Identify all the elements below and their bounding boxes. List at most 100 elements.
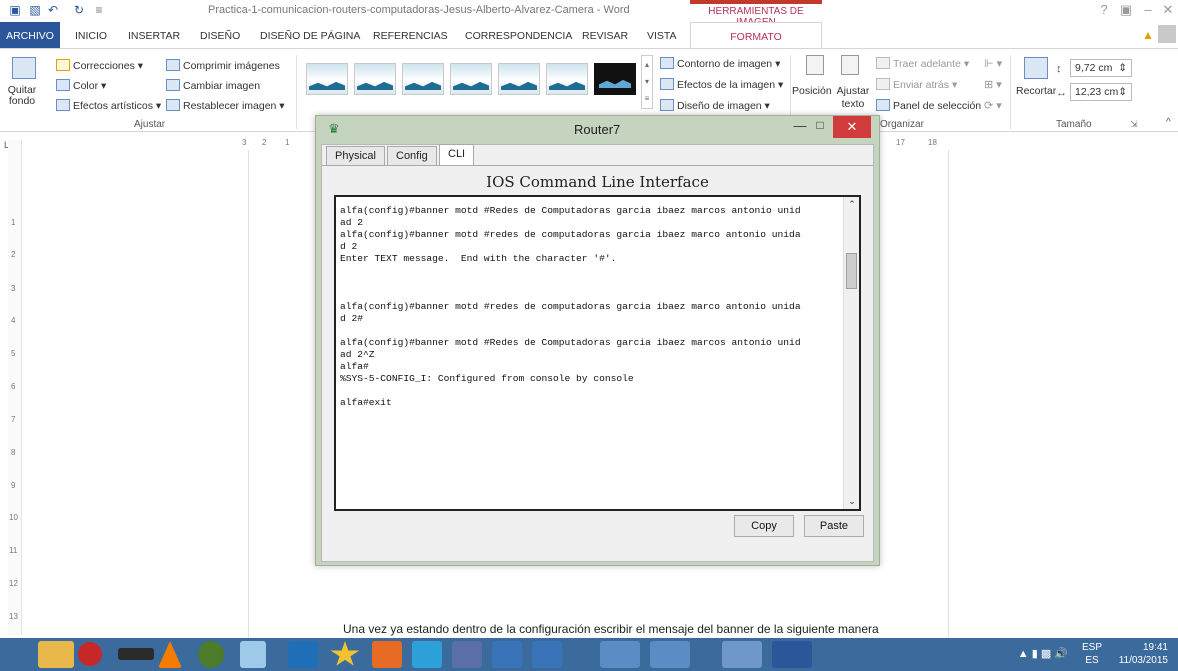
scroll-thumb[interactable] [846, 253, 857, 289]
tab-physical[interactable]: Physical [326, 146, 385, 166]
correcciones-button[interactable]: Correcciones ▾ [56, 59, 143, 72]
paste-button[interactable]: Paste [804, 515, 864, 537]
picture-style-1[interactable] [306, 63, 348, 95]
virtualbox-icon[interactable] [650, 641, 690, 668]
app-icon-4[interactable] [372, 641, 402, 668]
spinner-icon[interactable]: ⇕ [1118, 62, 1127, 74]
bring-forward-icon [876, 57, 890, 69]
app-icon-6[interactable] [492, 641, 522, 668]
vlc-icon[interactable] [158, 641, 182, 668]
app-icon[interactable] [118, 648, 154, 660]
color-button[interactable]: Color ▾ [56, 79, 106, 92]
cli-console[interactable]: alfa(config)#banner motd #Redes de Compu… [334, 195, 861, 511]
quitar-fondo-button[interactable]: Quitar fondo [4, 85, 40, 107]
tab-formato[interactable]: FORMATO [690, 22, 822, 48]
router-title: Router7 [574, 122, 621, 137]
picture-style-3[interactable] [402, 63, 444, 95]
ajustar-texto-button[interactable]: Ajustar texto [835, 85, 871, 111]
efectos-imagen-button[interactable]: Efectos de la imagen ▾ [660, 78, 783, 91]
reset-picture-icon [166, 99, 180, 111]
file-explorer-icon[interactable] [38, 641, 74, 668]
save-icon[interactable]: ▧ [28, 3, 42, 17]
restablecer-label: Restablecer imagen [183, 100, 277, 112]
height-field[interactable]: 9,72 cm ⇕ [1070, 59, 1132, 77]
router-close-button[interactable]: ✕ [833, 116, 871, 138]
language-indicator[interactable]: ESP ES [1082, 641, 1102, 667]
page-edge-left [248, 150, 249, 640]
account-avatar[interactable] [1158, 25, 1176, 43]
group-label-ajustar: Ajustar [134, 119, 166, 130]
close-icon[interactable]: ✕ [1158, 1, 1178, 19]
tab-archivo[interactable]: ARCHIVO [0, 22, 60, 48]
align-icon[interactable]: ⊩ ▾ [984, 57, 1002, 70]
picture-style-7[interactable] [594, 63, 636, 95]
chrome-icon[interactable] [600, 641, 640, 668]
panel-seleccion-button[interactable]: Panel de selección [876, 99, 981, 112]
router-maximize-icon[interactable]: □ [811, 118, 829, 132]
rotate-icon[interactable]: ⟳ ▾ [984, 99, 1002, 112]
tab-cli[interactable]: CLI [439, 144, 475, 166]
redo-icon[interactable]: ↻ [72, 3, 86, 17]
contorno-imagen-button[interactable]: Contorno de imagen ▾ [660, 57, 780, 70]
scroll-up-icon[interactable]: ⌃ [844, 199, 859, 210]
efectos-artisticos-button[interactable]: Efectos artísticos ▾ [56, 99, 161, 112]
enviar-atras-button[interactable]: Enviar atrás ▾ [876, 78, 957, 91]
word-taskbar-icon[interactable] [772, 641, 812, 668]
layout-icon [660, 99, 674, 111]
width-icon: ↔ [1056, 87, 1067, 99]
dialog-launcher-icon[interactable]: ⇲ [1130, 119, 1138, 130]
picture-style-6[interactable] [546, 63, 588, 95]
tab-referencias[interactable]: REFERENCIAS [373, 30, 448, 42]
group-icon[interactable]: ⊞ ▾ [984, 78, 1002, 91]
ruler-number: 11 [9, 546, 18, 555]
minimize-icon[interactable]: – [1138, 1, 1158, 19]
width-field[interactable]: 12,23 cm ⇕ [1070, 83, 1132, 101]
system-tray-icons[interactable]: ▲ ▮ ▩ 🔊 [1018, 647, 1068, 660]
app-icon-5[interactable] [452, 641, 482, 668]
comprimir-imagenes-button[interactable]: Comprimir imágenes [166, 59, 280, 72]
traer-adelante-button[interactable]: Traer adelante ▾ [876, 57, 969, 70]
packet-tracer-taskbar-icon[interactable] [722, 641, 762, 668]
ribbon-options-icon[interactable]: ▣ [1116, 1, 1136, 19]
copy-button[interactable]: Copy [734, 515, 794, 537]
recortar-button[interactable]: Recortar [1016, 85, 1056, 97]
router-minimize-icon[interactable]: — [791, 118, 809, 133]
compress-icon [166, 59, 180, 71]
tab-diseno-pagina[interactable]: DISEÑO DE PÁGINA [260, 30, 360, 42]
spinner-icon[interactable]: ⇕ [1118, 86, 1127, 98]
app-icon-2[interactable] [198, 641, 224, 668]
posicion-button[interactable]: Posición [792, 85, 832, 97]
router-title-bar[interactable]: ♛ Router7 — □ ✕ [316, 116, 879, 144]
tab-inicio[interactable]: INICIO [75, 30, 107, 42]
nero-icon[interactable] [78, 642, 102, 666]
tab-correspondencia[interactable]: CORRESPONDENCIA [465, 30, 572, 42]
store-icon[interactable] [412, 641, 442, 668]
picture-style-5[interactable] [498, 63, 540, 95]
firefox-icon[interactable] [288, 641, 318, 668]
picture-style-2[interactable] [354, 63, 396, 95]
app-icon-3[interactable] [240, 641, 266, 668]
tab-vista[interactable]: VISTA [647, 30, 677, 42]
tab-diseno[interactable]: DISEÑO [200, 30, 240, 42]
qat-customize-icon[interactable]: ≡ [92, 3, 106, 17]
app-icon-7[interactable] [532, 641, 562, 668]
picture-style-4[interactable] [450, 63, 492, 95]
restablecer-imagen-button[interactable]: Restablecer imagen ▾ [166, 99, 285, 112]
undo-icon[interactable]: ↶ [46, 3, 60, 17]
diseno-imagen-button[interactable]: Diseño de imagen ▾ [660, 99, 770, 112]
tab-config[interactable]: Config [387, 146, 437, 166]
clock[interactable]: 19:41 11/03/2015 [1119, 641, 1168, 667]
collapse-ribbon-icon[interactable]: ^ [1166, 117, 1171, 128]
ruler-number: 9 [11, 481, 16, 490]
cambiar-imagen-button[interactable]: Cambiar imagen [166, 79, 260, 92]
clock-time: 19:41 [1142, 642, 1168, 653]
styles-gallery-scroll[interactable]: ▴ ▾ ≡ [641, 55, 653, 109]
height-value: 9,72 cm [1075, 62, 1113, 74]
packet-tracer-logo-icon: ♛ [328, 121, 340, 136]
scroll-down-icon[interactable]: ⌄ [844, 496, 859, 507]
star-icon[interactable] [330, 641, 360, 666]
tab-insertar[interactable]: INSERTAR [128, 30, 180, 42]
cli-scrollbar[interactable]: ⌃ ⌄ [843, 197, 859, 509]
tab-revisar[interactable]: REVISAR [582, 30, 628, 42]
help-icon[interactable]: ? [1094, 1, 1114, 19]
